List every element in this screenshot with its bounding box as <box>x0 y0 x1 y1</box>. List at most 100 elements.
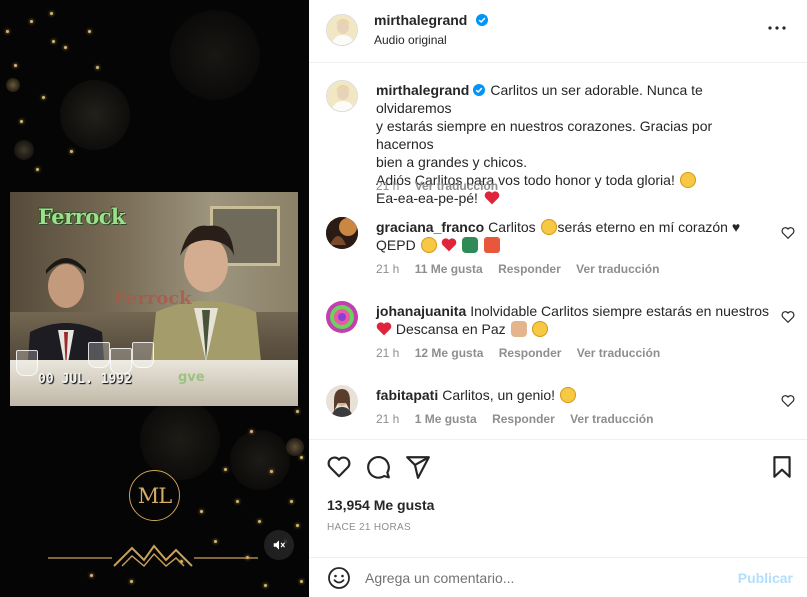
sparkle-dot <box>290 500 293 503</box>
more-horizontal-icon <box>768 26 786 30</box>
sparkle-dot <box>88 30 91 33</box>
video-glass <box>110 348 132 374</box>
red-heart-emoji-icon <box>442 238 457 252</box>
sad-emoji-icon <box>559 387 576 403</box>
post-side-panel: mirthalegrand Audio original mirthalegra… <box>309 0 807 597</box>
comment-body: Carlitos <box>488 219 536 235</box>
comment-input[interactable] <box>365 568 725 588</box>
caption-avatar[interactable] <box>326 80 358 112</box>
comment-avatar[interactable] <box>326 301 358 333</box>
comment-translate-link[interactable]: Ver traducción <box>576 262 659 276</box>
author-username[interactable]: mirthalegrand <box>374 12 467 28</box>
video-overlay-corner: gve <box>178 370 205 385</box>
post-media[interactable]: Ferrock Ferrock 00 JUL. 1992 gve ML <box>0 0 309 597</box>
sparkle-dot <box>300 580 303 583</box>
racing-car-emoji-icon <box>462 237 479 253</box>
sparkle-dot <box>30 20 33 23</box>
comment-reply-button[interactable]: Responder <box>498 262 561 276</box>
avatar-image <box>326 217 358 249</box>
comment-text: graciana_franco Carlitos serás eterno en … <box>376 218 771 254</box>
likes-count[interactable]: 13,954 Me gusta <box>327 497 434 513</box>
caption-time[interactable]: 21 h <box>376 179 399 193</box>
comment-meta: 21 h 12 Me gusta Responder Ver traducció… <box>376 346 672 360</box>
sparkle-dot <box>270 470 273 473</box>
comment-avatar[interactable] <box>326 385 358 417</box>
comment-likes-count[interactable]: 11 Me gusta <box>415 262 483 276</box>
video-glass <box>88 342 110 368</box>
comment-username[interactable]: graciana_franco <box>376 219 484 235</box>
comment-icon[interactable] <box>365 454 391 480</box>
comment-time[interactable]: 21 h <box>376 346 399 360</box>
avatar-image <box>326 385 358 417</box>
sparkle-dot <box>70 150 73 153</box>
comment-like-heart-icon[interactable] <box>781 226 795 240</box>
collision-emoji-icon <box>484 237 501 253</box>
more-options-button[interactable] <box>765 16 789 40</box>
bookmark-icon[interactable] <box>769 454 795 480</box>
video-glass <box>132 342 154 368</box>
bokeh-decoration <box>230 430 290 490</box>
comment-username[interactable]: fabitapati <box>376 387 438 403</box>
caption-translate-link[interactable]: Ver traducción <box>415 179 498 193</box>
mute-button[interactable] <box>264 530 294 560</box>
comment-likes-count[interactable]: 12 Me gusta <box>415 346 484 360</box>
comment-reply-button[interactable]: Responder <box>492 412 555 426</box>
share-icon[interactable] <box>405 454 431 480</box>
comment-like-heart-icon[interactable] <box>781 310 795 324</box>
avatar-image <box>327 15 357 45</box>
ml-logo: ML <box>129 470 180 521</box>
bokeh-decoration <box>6 78 20 92</box>
comment-time[interactable]: 21 h <box>376 262 399 276</box>
bokeh-decoration <box>170 10 260 100</box>
sparkle-dot <box>90 574 93 577</box>
sparkle-dot <box>6 30 9 33</box>
comment-like-heart-icon[interactable] <box>781 394 795 408</box>
comment-avatar[interactable] <box>326 217 358 249</box>
red-heart-emoji-icon <box>376 322 392 336</box>
mountain-logo-icon <box>48 544 258 567</box>
caption-line: bien a grandes y chicos. <box>376 154 527 170</box>
sparkle-dot <box>250 430 253 433</box>
sparkle-dot <box>236 500 239 503</box>
comment-composer: Publicar <box>309 557 807 597</box>
caption-meta: 21 h Ver traducción <box>376 179 510 193</box>
comment-body: QEPD <box>376 237 416 253</box>
sparkle-dot <box>96 66 99 69</box>
comment-translate-link[interactable]: Ver traducción <box>570 412 653 426</box>
comment-body: Carlitos, un genio! <box>442 387 556 403</box>
sparkle-dot <box>64 46 67 49</box>
bokeh-decoration <box>140 400 220 480</box>
comment-reply-button[interactable]: Responder <box>499 346 562 360</box>
comment-translate-link[interactable]: Ver traducción <box>577 346 660 360</box>
publish-button[interactable]: Publicar <box>738 570 793 586</box>
video-frame[interactable]: Ferrock Ferrock 00 JUL. 1992 gve <box>10 192 298 406</box>
comment-body: serás eterno en mí corazón ♥ <box>557 219 741 235</box>
comments-list[interactable]: mirthalegrand Carlitos un ser adorable. N… <box>309 64 807 439</box>
sparkle-dot <box>200 510 203 513</box>
caption-username[interactable]: mirthalegrand <box>376 82 469 98</box>
sparkle-dot <box>36 168 39 171</box>
smile-emoji-icon <box>420 237 437 253</box>
sparkle-dot <box>300 456 303 459</box>
heart-icon[interactable] <box>326 454 352 480</box>
author-avatar[interactable] <box>326 14 358 46</box>
verified-badge-icon <box>473 84 486 96</box>
sparkle-dot <box>14 64 17 67</box>
red-heart-emoji-icon <box>484 191 500 205</box>
video-overlay-watermark: Ferrock <box>114 288 192 309</box>
sad-emoji-icon <box>532 321 549 337</box>
angel-emoji-icon <box>679 172 696 188</box>
post-header: mirthalegrand Audio original <box>309 0 807 63</box>
audio-label[interactable]: Audio original <box>374 33 447 47</box>
comment-likes-count[interactable]: 1 Me gusta <box>415 412 477 426</box>
comment-meta: 21 h 1 Me gusta Responder Ver traducción <box>376 412 665 426</box>
post-timestamp[interactable]: HACE 21 HORAS <box>327 522 411 533</box>
comment-username[interactable]: johanajuanita <box>376 303 466 319</box>
avatar-image <box>326 301 358 333</box>
sparkle-dot <box>296 410 299 413</box>
comment-time[interactable]: 21 h <box>376 412 399 426</box>
video-overlay-date: 00 JUL. 1992 <box>38 372 132 387</box>
comment-meta: 21 h 11 Me gusta Responder Ver traducció… <box>376 262 671 276</box>
sparkle-dot <box>296 524 299 527</box>
emoji-icon[interactable] <box>327 566 351 590</box>
